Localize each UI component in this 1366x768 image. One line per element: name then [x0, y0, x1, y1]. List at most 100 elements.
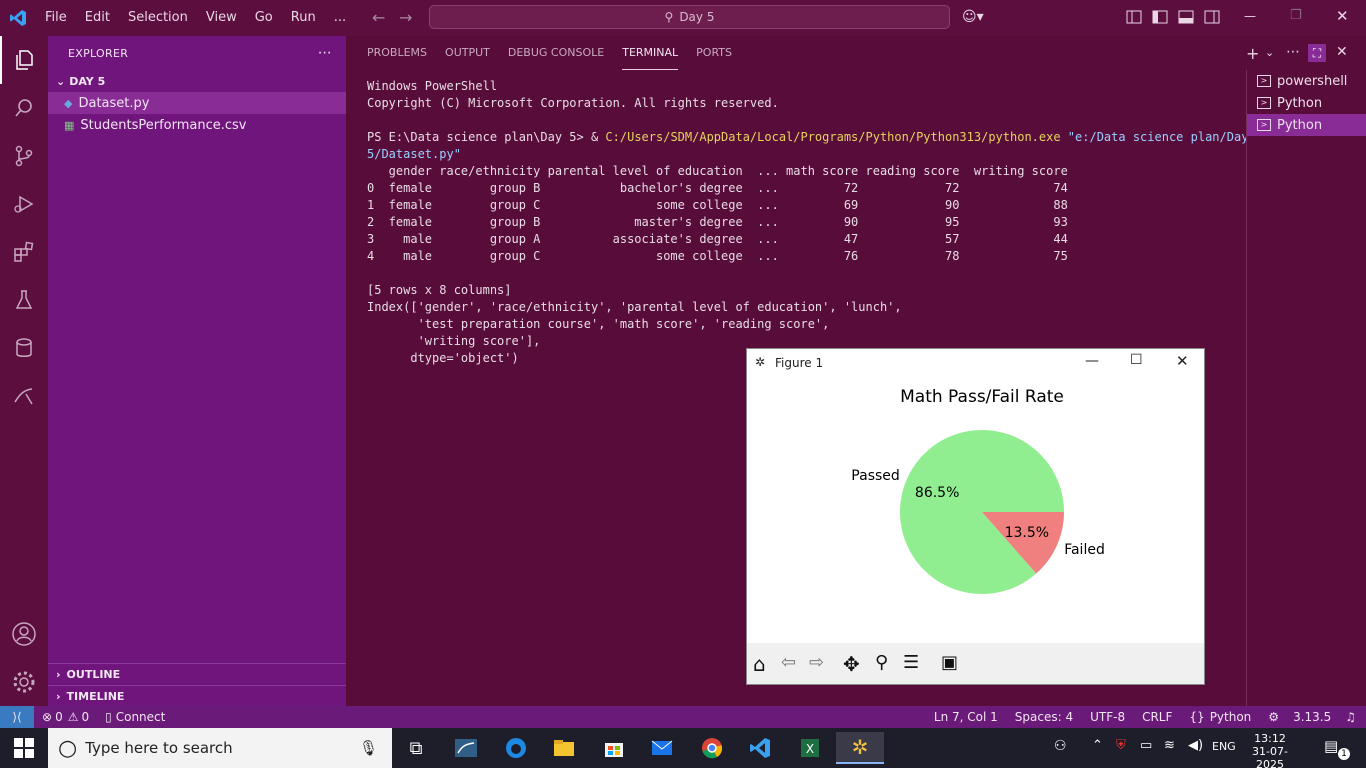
people-icon[interactable]: ⚇ [1054, 738, 1067, 754]
minimize-icon[interactable]: — [1085, 353, 1099, 369]
terminal-list: > powershell > Python > Python [1246, 70, 1366, 706]
chevron-up-icon[interactable]: ⌃ [1092, 738, 1103, 753]
clock-time: 13:12 [1254, 732, 1286, 745]
zoom-icon[interactable]: ⚲ [875, 652, 888, 673]
clock[interactable]: 13:12 31-07-2025 [1240, 732, 1300, 768]
close-icon[interactable]: ✕ [1176, 352, 1189, 370]
close-icon[interactable]: ✕ [1336, 7, 1349, 25]
toggle-secondary-sidebar-icon[interactable] [1204, 9, 1222, 27]
store-app-icon[interactable] [594, 732, 634, 764]
menu-selection[interactable]: Selection [119, 0, 197, 36]
menu-run[interactable]: Run [282, 0, 325, 36]
explorer-icon[interactable] [0, 36, 48, 84]
extensions-icon[interactable] [0, 228, 48, 276]
maximize-panel-icon[interactable]: ⛶ [1308, 44, 1326, 62]
windows-start-icon[interactable] [14, 738, 34, 761]
indent-spaces[interactable]: Spaces: 4 [1015, 710, 1073, 724]
mysql-icon[interactable] [0, 372, 48, 420]
microphone-icon[interactable]: 🎙 [359, 739, 378, 757]
figure-titlebar[interactable]: ✲ Figure 1 — ☐ ✕ [747, 349, 1204, 377]
warning-count[interactable]: 0 [81, 710, 89, 724]
account-icon[interactable] [0, 610, 48, 658]
menu-go[interactable]: Go [246, 0, 282, 36]
settings-gear-icon[interactable] [0, 658, 48, 706]
database-icon[interactable] [0, 324, 48, 372]
python-version[interactable]: 3.13.5 [1293, 710, 1331, 724]
mail-app-icon[interactable] [642, 732, 682, 764]
testing-icon[interactable] [0, 276, 48, 324]
file-dataset-py[interactable]: ◆ Dataset.py [48, 92, 346, 114]
configure-icon[interactable]: ☰ [903, 652, 919, 673]
chrome-app-icon[interactable] [692, 732, 732, 764]
terminal-output[interactable]: Windows PowerShell Copyright (C) Microsof… [367, 78, 1248, 367]
cursor-position[interactable]: Ln 7, Col 1 [934, 710, 998, 724]
tab-problems[interactable]: PROBLEMS [367, 36, 427, 70]
run-debug-icon[interactable] [0, 180, 48, 228]
taskbar-search[interactable]: ○ Type here to search 🎙 [48, 728, 392, 768]
connect-label[interactable]: Connect [116, 710, 166, 724]
panel-more-icon[interactable]: ⋯ [1286, 44, 1300, 60]
minimize-icon[interactable]: — [1244, 9, 1256, 23]
input-language[interactable]: ENG [1212, 740, 1236, 753]
forward-arrow-icon[interactable]: → [399, 9, 412, 27]
tab-ports[interactable]: PORTS [696, 36, 732, 70]
new-terminal-icon[interactable]: + [1246, 44, 1259, 63]
line-ending[interactable]: CRLF [1142, 710, 1172, 724]
back-arrow-icon[interactable]: ← [372, 9, 385, 27]
explorer-title: EXPLORER [68, 46, 129, 60]
encoding[interactable]: UTF-8 [1090, 710, 1125, 724]
terminal-item-powershell[interactable]: > powershell [1247, 70, 1366, 92]
table-header: gender race/ethnicity parental level of … [367, 164, 1068, 178]
menu-more[interactable]: ... [325, 0, 355, 36]
folder-day5[interactable]: ⌄ DAY 5 [48, 70, 346, 92]
timeline-section[interactable]: › TIMELINE [48, 685, 346, 707]
mysql-workbench-app-icon[interactable] [446, 732, 486, 764]
file-studentsperformance-csv[interactable]: ▦ StudentsPerformance.csv [48, 114, 346, 136]
task-view-icon[interactable]: ⧉ [396, 732, 436, 764]
terminal-item-python[interactable]: > Python [1247, 92, 1366, 114]
menu-edit[interactable]: Edit [76, 0, 119, 36]
home-icon[interactable]: ⌂ [753, 652, 766, 676]
search-activity-icon[interactable] [0, 84, 48, 132]
figure-window[interactable]: ✲ Figure 1 — ☐ ✕ Math Pass/Fail Rate 86.… [746, 348, 1205, 685]
toggle-panel-icon[interactable] [1178, 9, 1196, 27]
toggle-sidebar-icon[interactable] [1152, 9, 1170, 27]
back-icon[interactable]: ⇦ [781, 652, 796, 673]
edge-app-icon[interactable] [496, 732, 536, 764]
file-explorer-app-icon[interactable] [544, 732, 584, 764]
warning-icon[interactable]: ⚠ [68, 710, 79, 724]
restore-icon[interactable]: ❐ [1290, 8, 1302, 23]
vscode-app-icon[interactable] [740, 732, 780, 764]
battery-icon[interactable]: ▭ [1140, 738, 1152, 753]
tab-terminal[interactable]: TERMINAL [622, 36, 679, 70]
command-center-search[interactable]: ⚲ Day 5 [429, 5, 950, 29]
terminal-item-python-active[interactable]: > Python [1247, 114, 1366, 136]
wifi-icon[interactable]: ≋ [1164, 738, 1175, 753]
excel-app-icon[interactable]: X [790, 732, 830, 764]
tab-debug-console[interactable]: DEBUG CONSOLE [508, 36, 604, 70]
security-icon[interactable]: ⛨ [1116, 738, 1126, 753]
more-actions-icon[interactable]: ⋯ [318, 45, 332, 61]
source-control-icon[interactable] [0, 132, 48, 180]
layout-icon[interactable] [1126, 9, 1144, 27]
close-panel-icon[interactable]: ✕ [1336, 44, 1348, 60]
notifications-icon[interactable]: ▤ [1324, 737, 1338, 755]
terminal-icon: > [1257, 75, 1271, 87]
tab-output[interactable]: OUTPUT [445, 36, 490, 70]
menu-view[interactable]: View [197, 0, 246, 36]
forward-icon[interactable]: ⇨ [809, 652, 824, 673]
language-mode[interactable]: Python [1210, 710, 1252, 724]
remote-icon[interactable]: ⟩⟨ [0, 706, 34, 728]
error-count[interactable]: 0 [55, 710, 63, 724]
matplotlib-app-icon[interactable]: ✲ [836, 732, 884, 764]
chevron-down-icon[interactable]: ⌄ [1265, 46, 1274, 59]
menu-file[interactable]: File [36, 0, 76, 36]
bell-icon[interactable]: ♫ [1345, 710, 1356, 724]
maximize-icon[interactable]: ☐ [1130, 352, 1143, 368]
pan-icon[interactable]: ✥ [843, 652, 860, 676]
copilot-icon[interactable]: ☺▾ [962, 9, 984, 25]
save-icon[interactable]: ▣ [941, 652, 958, 673]
outline-section[interactable]: › OUTLINE [48, 663, 346, 685]
error-icon[interactable]: ⊗ [42, 710, 52, 724]
volume-icon[interactable]: ◀) [1188, 738, 1203, 753]
